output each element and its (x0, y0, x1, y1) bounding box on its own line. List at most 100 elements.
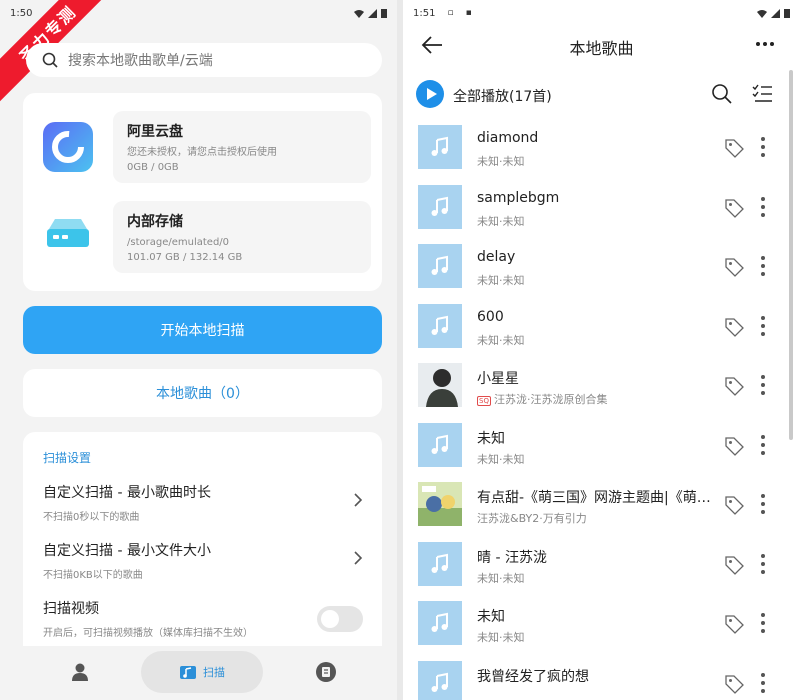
song-artist-line: 未知·未知 (477, 213, 712, 229)
tag-icon[interactable] (723, 256, 745, 278)
wifi-icon (354, 9, 364, 18)
more-vertical-icon[interactable] (758, 671, 768, 695)
playlist-icon (316, 662, 336, 682)
play-all-label[interactable]: 全部播放(17首) (453, 86, 552, 106)
music-note-icon (431, 434, 448, 454)
search-icon[interactable] (711, 83, 733, 105)
notification-icon: ▪ (465, 8, 472, 18)
more-vertical-icon[interactable] (758, 373, 768, 397)
music-note-icon (431, 255, 448, 275)
aliyun-drive-icon (43, 122, 93, 172)
tag-icon[interactable] (723, 554, 745, 576)
min-filesize-setting[interactable]: 自定义扫描 - 最小文件大小 不扫描0KB以下的歌曲 (43, 540, 363, 590)
min-duration-setting[interactable]: 自定义扫描 - 最小歌曲时长 不扫描0秒以下的歌曲 (43, 482, 363, 532)
internal-capacity: 101.07 GB / 132.14 GB (127, 252, 243, 263)
nav-profile[interactable] (60, 651, 100, 693)
storage-card: 阿里云盘 您还未授权，请您点击授权后使用 0GB / 0GB 内部存储 /sto… (23, 93, 382, 291)
start-scan-button[interactable]: 开始本地扫描 (23, 306, 382, 354)
song-cover (418, 184, 462, 229)
status-time: 1:50 (10, 7, 33, 19)
song-cover (418, 303, 462, 348)
more-vertical-icon[interactable] (758, 195, 768, 219)
song-title: 晴 - 汪苏泷 (477, 549, 547, 566)
aliyun-drive-item[interactable]: 阿里云盘 您还未授权，请您点击授权后使用 0GB / 0GB (113, 111, 371, 183)
tag-icon[interactable] (723, 375, 745, 397)
song-title: 未知 (477, 609, 505, 625)
song-artist-line: 未知·未知 (477, 451, 712, 467)
scan-video-toggle[interactable] (317, 606, 363, 632)
more-vertical-icon[interactable] (758, 552, 768, 576)
song-title: 有点甜-《萌三国》网游主题曲|《萌三国》 (477, 490, 712, 506)
song-row[interactable]: 未知 未知·未知 (403, 422, 800, 483)
more-vertical-icon[interactable] (758, 135, 768, 159)
bottom-nav: 扫描 (0, 646, 397, 700)
tag-icon[interactable] (723, 673, 745, 695)
song-artist: 汪苏泷&BY2·万有引力 (477, 512, 587, 525)
music-note-icon (431, 136, 448, 156)
signal-icon (368, 8, 377, 18)
more-vertical-icon[interactable] (758, 314, 768, 338)
song-row[interactable]: 未知未知·未知 (403, 601, 800, 661)
battery-icon (784, 9, 790, 18)
song-artist: 未知·未知 (477, 333, 525, 347)
profile-icon (72, 663, 88, 681)
song-artist: 未知·未知 (477, 631, 525, 644)
song-row[interactable]: 600 未知·未知 (403, 303, 800, 364)
song-row[interactable]: 晴 - 汪苏泷 未知·未知 (403, 541, 800, 602)
setting-title: 自定义扫描 - 最小歌曲时长 (43, 485, 211, 501)
more-vertical-icon[interactable] (758, 433, 768, 457)
search-input[interactable]: 搜索本地歌曲歌单/云端 (26, 43, 382, 77)
settings-header: 扫描设置 (43, 451, 92, 465)
song-artist: 未知·未知 (477, 274, 525, 287)
nav-scan[interactable]: 扫描 (141, 651, 263, 693)
internal-storage-item[interactable]: 内部存储 /storage/emulated/0 101.07 GB / 132… (113, 201, 371, 273)
song-row[interactable]: 有点甜-《萌三国》网游主题曲|《萌三国》汪苏泷&BY2·万有引力 (403, 482, 800, 542)
song-row[interactable]: diamond 未知·未知 (403, 125, 800, 185)
song-cover (418, 363, 462, 407)
scan-screen: 1:50 圣力专测 搜索本地歌曲歌单/云端 阿里云盘 您还未授权，请您点击授权后… (0, 0, 397, 700)
tag-icon[interactable] (723, 197, 745, 219)
more-vertical-icon[interactable] (758, 611, 768, 635)
song-cover (418, 601, 462, 645)
tag-icon[interactable] (723, 494, 745, 516)
album-cover-photo (418, 482, 462, 526)
setting-title: 扫描视频 (43, 601, 99, 617)
setting-subtitle: 不扫描0秒以下的歌曲 (43, 512, 140, 523)
setting-subtitle: 开启后，可扫描视频播放（媒体库扫描不生效） (43, 628, 253, 639)
tag-icon[interactable] (723, 435, 745, 457)
aliyun-title: 阿里云盘 (127, 124, 183, 140)
play-all-button[interactable] (416, 80, 444, 108)
search-placeholder: 搜索本地歌曲歌单/云端 (68, 53, 213, 69)
multi-select-icon[interactable] (751, 83, 773, 105)
song-title: diamond (477, 130, 539, 146)
more-options-icon[interactable] (756, 42, 774, 46)
search-icon (42, 52, 58, 68)
local-songs-button[interactable]: 本地歌曲（0） (23, 369, 382, 417)
aliyun-line1: 您还未授权，请您点击授权后使用 (127, 147, 277, 158)
music-note-icon (431, 315, 448, 335)
tag-icon[interactable] (723, 137, 745, 159)
music-note-icon (431, 196, 448, 216)
scan-icon (180, 666, 196, 679)
setting-title: 自定义扫描 - 最小文件大小 (43, 543, 211, 559)
song-row[interactable]: delay 未知·未知 (403, 244, 800, 304)
scan-settings-card: 扫描设置 自定义扫描 - 最小歌曲时长 不扫描0秒以下的歌曲 自定义扫描 - 最… (23, 432, 382, 662)
tag-icon[interactable] (723, 613, 745, 635)
nav-playlist[interactable] (306, 651, 346, 693)
song-artist-line: SQ 汪苏泷·汪苏泷原创合集 (477, 391, 712, 407)
more-vertical-icon[interactable] (758, 254, 768, 278)
status-time: 1:51 (413, 7, 436, 19)
play-all-bar: 全部播放(17首) (403, 78, 800, 112)
song-cover (418, 541, 462, 586)
nav-scan-label: 扫描 (203, 666, 225, 679)
more-vertical-icon[interactable] (758, 492, 768, 516)
tag-icon[interactable] (723, 316, 745, 338)
song-title: samplebgm (477, 189, 560, 206)
song-row[interactable]: samplebgm 未知·未知 (403, 184, 800, 245)
music-note-icon (431, 672, 448, 692)
chevron-right-icon (354, 493, 363, 507)
song-row[interactable]: 小星星 SQ 汪苏泷·汪苏泷原创合集 (403, 363, 800, 423)
song-row[interactable]: 我曾经发了疯的想 (403, 660, 800, 700)
song-artist: 未知·未知 (477, 452, 525, 466)
song-cover (418, 244, 462, 288)
